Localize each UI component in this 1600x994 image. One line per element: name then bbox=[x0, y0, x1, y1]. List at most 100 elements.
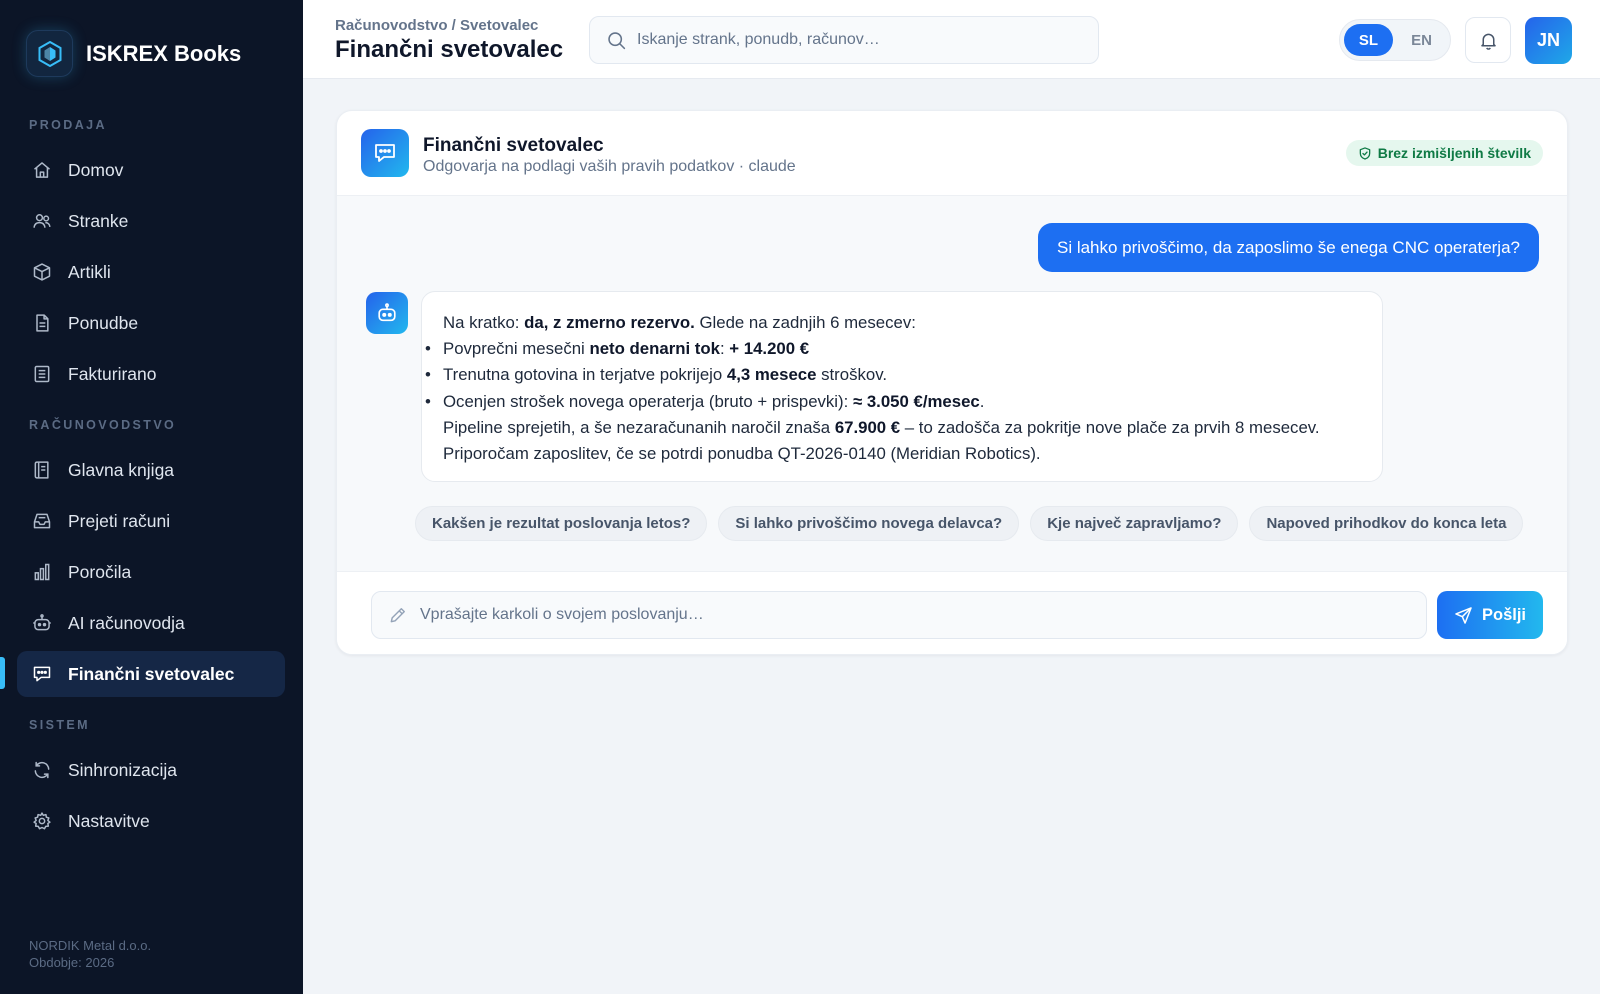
breadcrumb[interactable]: Računovodstvo / Svetovalec bbox=[335, 17, 538, 34]
ledger-icon bbox=[31, 459, 53, 481]
answer-intro: Na kratko: da, z zmerno rezervo. Glede n… bbox=[443, 310, 1361, 336]
text-bold: 4,3 mesece bbox=[726, 365, 817, 385]
text: Na kratko: bbox=[443, 313, 525, 332]
section-label-sales: PRODAJA bbox=[29, 118, 107, 132]
badge-text: Brez izmišljenih številk bbox=[1377, 145, 1531, 161]
sidebar: ISKREX Books PRODAJA Domov Stranke Artik… bbox=[0, 0, 303, 994]
hexagon-logo-icon bbox=[26, 30, 73, 77]
message-list[interactable]: Si lahko privoščimo, da zaposlimo še ene… bbox=[337, 196, 1567, 571]
sidebar-item-home[interactable]: Domov bbox=[17, 147, 285, 193]
suggestion-chip[interactable]: Si lahko privoščimo novega delavca? bbox=[718, 506, 1020, 541]
search-icon bbox=[606, 30, 627, 51]
text-bold: neto denarni tok bbox=[589, 339, 720, 359]
status-badge: Brez izmišljenih številk bbox=[1345, 140, 1543, 166]
suggestion-chip[interactable]: Kje največ zapravljamo? bbox=[1030, 506, 1239, 541]
sidebar-item-settings[interactable]: Nastavitve bbox=[17, 798, 285, 844]
active-item-marker bbox=[0, 657, 5, 689]
message-input[interactable] bbox=[420, 606, 1410, 624]
chat-icon bbox=[361, 129, 409, 177]
text: stroškov. bbox=[816, 365, 888, 385]
lang-sl-button[interactable]: SL bbox=[1344, 24, 1393, 56]
document-icon bbox=[31, 312, 53, 334]
language-switch: SL EN bbox=[1339, 19, 1451, 61]
text-bold: ≈ 3.050 €/mesec bbox=[852, 391, 980, 411]
brand-name: ISKREX Books bbox=[86, 40, 242, 66]
sidebar-item-invoiced[interactable]: Fakturirano bbox=[17, 351, 285, 397]
section-label-accounting: RAČUNOVODSTVO bbox=[29, 418, 177, 432]
sidebar-item-label: Stranke bbox=[68, 210, 129, 231]
sidebar-item-quotes[interactable]: Ponudbe bbox=[17, 300, 285, 346]
answer-paragraph: Pipeline sprejetih, a še nezaračunanih n… bbox=[443, 415, 1361, 441]
sidebar-item-label: Artikli bbox=[68, 261, 111, 282]
sidebar-item-sync[interactable]: Sinhronizacija bbox=[17, 747, 285, 793]
text: Glede na zadnjih 6 mesecev: bbox=[694, 313, 916, 332]
inbox-icon bbox=[31, 510, 53, 532]
answer-bullets: Povprečni mesečni neto denarni tok: + 14… bbox=[425, 336, 1361, 415]
page-title: Finančni svetovalec bbox=[335, 36, 564, 63]
sidebar-item-articles[interactable]: Artikli bbox=[17, 249, 285, 295]
text-bold: da, z zmerno rezervo. bbox=[524, 313, 695, 332]
text-bold: + 14.200 € bbox=[729, 339, 810, 359]
robot-icon bbox=[31, 612, 53, 634]
sidebar-item-label: Domov bbox=[68, 159, 124, 180]
invoice-icon bbox=[31, 363, 53, 385]
send-label: Pošlji bbox=[1481, 605, 1526, 624]
sidebar-item-reports[interactable]: Poročila bbox=[17, 549, 285, 595]
chat-card-header: Finančni svetovalec Odgovarja na podlagi… bbox=[337, 111, 1567, 196]
sidebar-item-label: Finančni svetovalec bbox=[68, 663, 235, 684]
chat-subtitle: Odgovarja na podlagi vaših pravih podatk… bbox=[423, 158, 796, 175]
send-icon bbox=[1454, 606, 1473, 625]
bell-icon bbox=[1478, 30, 1499, 51]
sidebar-item-label: Nastavitve bbox=[68, 810, 150, 831]
user-message: Si lahko privoščimo, da zaposlimo še ene… bbox=[1037, 223, 1539, 272]
text: Trenutna gotovina in terjatve pokrijejo bbox=[443, 365, 727, 385]
sidebar-item-label: Poročila bbox=[68, 561, 132, 582]
sidebar-item-ai-accountant[interactable]: AI računovodja bbox=[17, 600, 285, 646]
lang-en-button[interactable]: EN bbox=[1397, 24, 1446, 56]
sidebar-item-label: Glavna knjiga bbox=[68, 459, 175, 480]
sidebar-item-label: Prejeti računi bbox=[68, 510, 171, 531]
text: Ocenjen strošek novega operaterja (bruto… bbox=[443, 391, 853, 411]
sidebar-item-label: Ponudbe bbox=[68, 312, 139, 333]
sync-icon bbox=[31, 759, 53, 781]
text: Povprečni mesečni bbox=[443, 339, 590, 359]
robot-icon bbox=[366, 292, 408, 334]
box-icon bbox=[31, 261, 53, 283]
gear-icon bbox=[31, 810, 53, 832]
text: : bbox=[719, 339, 730, 359]
text: . bbox=[979, 391, 985, 411]
sidebar-item-customers[interactable]: Stranke bbox=[17, 198, 285, 244]
sidebar-item-label: AI računovodja bbox=[68, 612, 185, 633]
users-icon bbox=[31, 210, 53, 232]
search-input[interactable] bbox=[637, 31, 1077, 49]
sidebar-item-received-invoices[interactable]: Prejeti računi bbox=[17, 498, 285, 544]
search-box[interactable] bbox=[589, 16, 1099, 64]
home-icon bbox=[31, 159, 53, 181]
text-bold: 67.900 € bbox=[834, 417, 901, 437]
answer-recommendation: Priporočam zaposlitev, če se potrdi ponu… bbox=[443, 444, 1041, 464]
notifications-button[interactable] bbox=[1465, 17, 1511, 63]
sidebar-item-financial-advisor[interactable]: Finančni svetovalec bbox=[17, 651, 285, 697]
fiscal-period: Obdobje: 2026 bbox=[29, 955, 115, 970]
message-input-box[interactable] bbox=[371, 591, 1427, 639]
advisor-chat-card: Finančni svetovalec Odgovarja na podlagi… bbox=[336, 110, 1568, 655]
message-composer: Pošlji bbox=[337, 571, 1567, 654]
assistant-message: Na kratko: da, z zmerno rezervo. Glede n… bbox=[421, 291, 1383, 482]
section-label-system: SISTEM bbox=[29, 718, 90, 732]
sidebar-item-general-ledger[interactable]: Glavna knjiga bbox=[17, 447, 285, 493]
suggestion-chip[interactable]: Kakšen je rezultat poslovanja letos? bbox=[415, 506, 708, 541]
text: Pipeline sprejetih, a še nezaračunanih n… bbox=[443, 417, 835, 437]
suggestion-chips: Kakšen je rezultat poslovanja letos? Si … bbox=[415, 506, 1534, 541]
text: – to zadošča za pokritje nove plače za p… bbox=[900, 417, 1320, 437]
sidebar-item-label: Fakturirano bbox=[68, 363, 157, 384]
answer-bullet: Trenutna gotovina in terjatve pokrijejo … bbox=[425, 362, 1361, 388]
top-header: Računovodstvo / Svetovalec Finančni svet… bbox=[303, 0, 1600, 79]
send-button[interactable]: Pošlji bbox=[1437, 591, 1543, 639]
user-avatar[interactable]: JN bbox=[1525, 17, 1572, 64]
shield-check-icon bbox=[1358, 146, 1372, 161]
brand[interactable]: ISKREX Books bbox=[26, 30, 241, 77]
chat-icon bbox=[31, 663, 53, 685]
suggestion-chip[interactable]: Napoved prihodkov do konca leta bbox=[1249, 506, 1524, 541]
answer-bullet: Ocenjen strošek novega operaterja (bruto… bbox=[425, 389, 1361, 415]
answer-bullet: Povprečni mesečni neto denarni tok: + 14… bbox=[425, 336, 1361, 362]
